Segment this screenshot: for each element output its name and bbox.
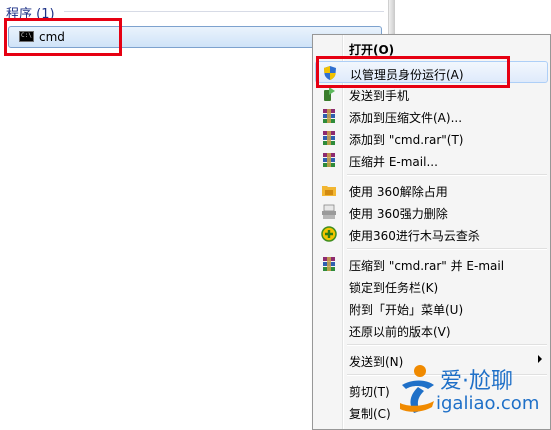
menu-item-label: 发送到手机 bbox=[349, 89, 410, 103]
winrar-icon bbox=[323, 257, 335, 271]
menu-item-label: 压缩到 "cmd.rar" 并 E-mail bbox=[349, 259, 505, 273]
shredder-icon bbox=[322, 204, 336, 219]
menu-item-add-to-cmd-rar[interactable]: 添加到 "cmd.rar"(T) bbox=[315, 127, 548, 149]
menu-item-360-force-delete[interactable]: 使用 360强力删除 bbox=[315, 201, 548, 223]
watermark-brand-text: 爱·尬聊 bbox=[440, 369, 513, 394]
highlight-box-run-as-admin bbox=[316, 56, 510, 88]
menu-item-label: 添加到 "cmd.rar"(T) bbox=[349, 133, 464, 147]
watermark-url-text: igaliao.com bbox=[436, 393, 540, 414]
group-divider bbox=[64, 11, 384, 12]
menu-separator bbox=[347, 344, 547, 346]
highlight-box-cmd bbox=[4, 18, 122, 56]
menu-item-360-trojan-scan[interactable]: 使用360进行木马云查杀 bbox=[315, 223, 548, 245]
menu-item-restore-previous-versions[interactable]: 还原以前的版本(V) bbox=[315, 319, 548, 341]
watermark-mascot-icon bbox=[400, 365, 434, 413]
winrar-icon bbox=[323, 153, 335, 167]
phone-send-icon bbox=[324, 87, 335, 101]
menu-item-pin-to-taskbar[interactable]: 锁定到任务栏(K) bbox=[315, 275, 548, 297]
menu-item-label: 锁定到任务栏(K) bbox=[349, 281, 439, 295]
menu-item-label: 附到「开始」菜单(U) bbox=[349, 303, 464, 317]
menu-separator bbox=[347, 248, 547, 250]
menu-separator bbox=[347, 174, 547, 176]
menu-item-label: 发送到(N) bbox=[349, 355, 404, 369]
menu-item-label: 还原以前的版本(V) bbox=[349, 325, 451, 339]
menu-item-label: 使用360进行木马云查杀 bbox=[349, 229, 480, 243]
menu-item-label: 剪切(T) bbox=[349, 385, 390, 399]
menu-item-label: 使用 360解除占用 bbox=[349, 185, 448, 199]
trojan-scan-icon bbox=[321, 226, 337, 242]
menu-item-label: 添加到压缩文件(A)... bbox=[349, 111, 463, 125]
menu-item-add-to-archive[interactable]: 添加到压缩文件(A)... bbox=[315, 105, 548, 127]
unlock-folder-icon bbox=[322, 186, 336, 196]
winrar-icon bbox=[323, 131, 335, 145]
menu-item-compress-and-email[interactable]: 压缩并 E-mail... bbox=[315, 149, 548, 171]
menu-item-label: 复制(C) bbox=[349, 407, 391, 421]
menu-item-pin-to-start[interactable]: 附到「开始」菜单(U) bbox=[315, 297, 548, 319]
menu-item-360-unlock[interactable]: 使用 360解除占用 bbox=[315, 179, 548, 201]
menu-item-compress-to-cmd-rar-email[interactable]: 压缩到 "cmd.rar" 并 E-mail bbox=[315, 253, 548, 275]
watermark-logo: 爱·尬聊 igaliao.com bbox=[398, 361, 548, 419]
menu-item-label: 压缩并 E-mail... bbox=[349, 155, 438, 169]
menu-item-label: 使用 360强力删除 bbox=[349, 207, 448, 221]
winrar-icon bbox=[323, 109, 335, 123]
